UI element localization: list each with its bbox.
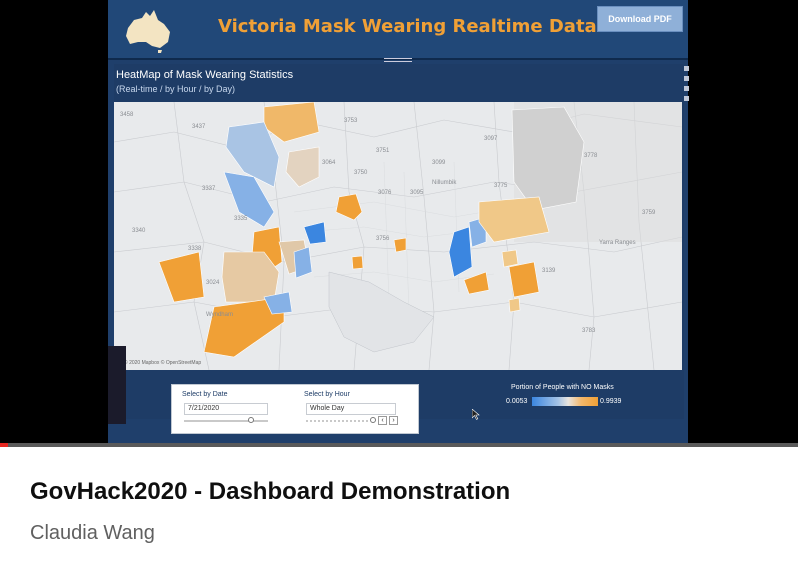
- map-label: 3099: [432, 160, 446, 166]
- filter-controls: Select by Date 7/21/2020 Select by Hour …: [171, 384, 419, 434]
- channel-name[interactable]: Claudia Wang: [30, 522, 155, 545]
- date-filter-label: Select by Date: [182, 391, 228, 398]
- heatmap-map[interactable]: 3458 3437 3753 3751 3064 3750 3099 3097 …: [114, 102, 682, 370]
- map-label: Nillumbik: [432, 180, 457, 186]
- download-pdf-button[interactable]: Download PDF: [597, 6, 683, 32]
- legend-title: Portion of People with NO Masks: [511, 384, 614, 391]
- map-toolbar[interactable]: [684, 66, 690, 110]
- previous-hour-button[interactable]: ‹: [378, 416, 387, 425]
- date-slider-handle[interactable]: [248, 417, 255, 423]
- legend-color-scale: [532, 397, 598, 406]
- next-hour-button[interactable]: ›: [389, 416, 398, 425]
- dashboard: Victoria Mask Wearing Realtime Data Down…: [108, 0, 689, 443]
- map-label: 3335: [234, 216, 248, 222]
- panel-title: HeatMap of Mask Wearing Statistics: [116, 69, 294, 81]
- drag-handle[interactable]: [384, 58, 412, 62]
- hour-filter-input[interactable]: Whole Day: [306, 403, 396, 415]
- mouse-cursor-icon: [472, 409, 480, 420]
- heatmap-panel: HeatMap of Mask Wearing Statistics (Real…: [114, 64, 689, 434]
- video-title[interactable]: GovHack2020 - Dashboard Demonstration: [30, 478, 510, 506]
- map-label: 3337: [202, 186, 216, 192]
- map-label: 3064: [322, 160, 336, 166]
- hour-slider[interactable]: [306, 420, 368, 422]
- map-label: 3458: [120, 112, 134, 118]
- map-canvas: 3458 3437 3753 3751 3064 3750 3099 3097 …: [114, 102, 682, 370]
- map-label: 3139: [542, 268, 556, 274]
- map-label: 3751: [376, 148, 390, 154]
- map-label: 3775: [494, 183, 508, 189]
- map-label: Wyndham: [206, 312, 233, 318]
- webcam-overlay: [108, 346, 126, 424]
- map-label: Yarra Ranges: [599, 240, 636, 246]
- map-label: 3097: [484, 136, 498, 142]
- hour-slider-handle[interactable]: [370, 417, 376, 423]
- map-label: 3778: [584, 153, 598, 159]
- video-progress-bar[interactable]: [0, 443, 798, 447]
- map-label: 3783: [582, 328, 596, 334]
- map-label: 3338: [188, 246, 202, 252]
- map-label: 3024: [206, 280, 220, 286]
- map-label: 3753: [344, 118, 358, 124]
- map-label: 3340: [132, 228, 146, 234]
- panel-subtitle: (Real-time / by Hour / by Day): [116, 84, 236, 94]
- dashboard-header: Victoria Mask Wearing Realtime Data Down…: [108, 0, 688, 60]
- australia-map-icon: [126, 10, 170, 53]
- map-label: 3750: [354, 170, 368, 176]
- hour-filter-label: Select by Hour: [304, 391, 350, 398]
- date-slider[interactable]: [184, 420, 268, 422]
- video-progress-fill: [0, 443, 8, 447]
- map-label: 3756: [376, 236, 390, 242]
- map-label: 3076: [378, 190, 392, 196]
- map-label: 3095: [410, 190, 424, 196]
- map-attribution: © 2020 Mapbox © OpenStreetMap: [124, 360, 202, 366]
- map-label: 3437: [192, 124, 206, 130]
- video-player[interactable]: Victoria Mask Wearing Realtime Data Down…: [0, 0, 798, 447]
- legend-max: 0.9939: [600, 398, 622, 405]
- date-filter-input[interactable]: 7/21/2020: [184, 403, 268, 415]
- dashboard-title: Victoria Mask Wearing Realtime Data: [218, 16, 597, 37]
- legend-min: 0.0053: [506, 398, 528, 405]
- map-label: 3759: [642, 210, 656, 216]
